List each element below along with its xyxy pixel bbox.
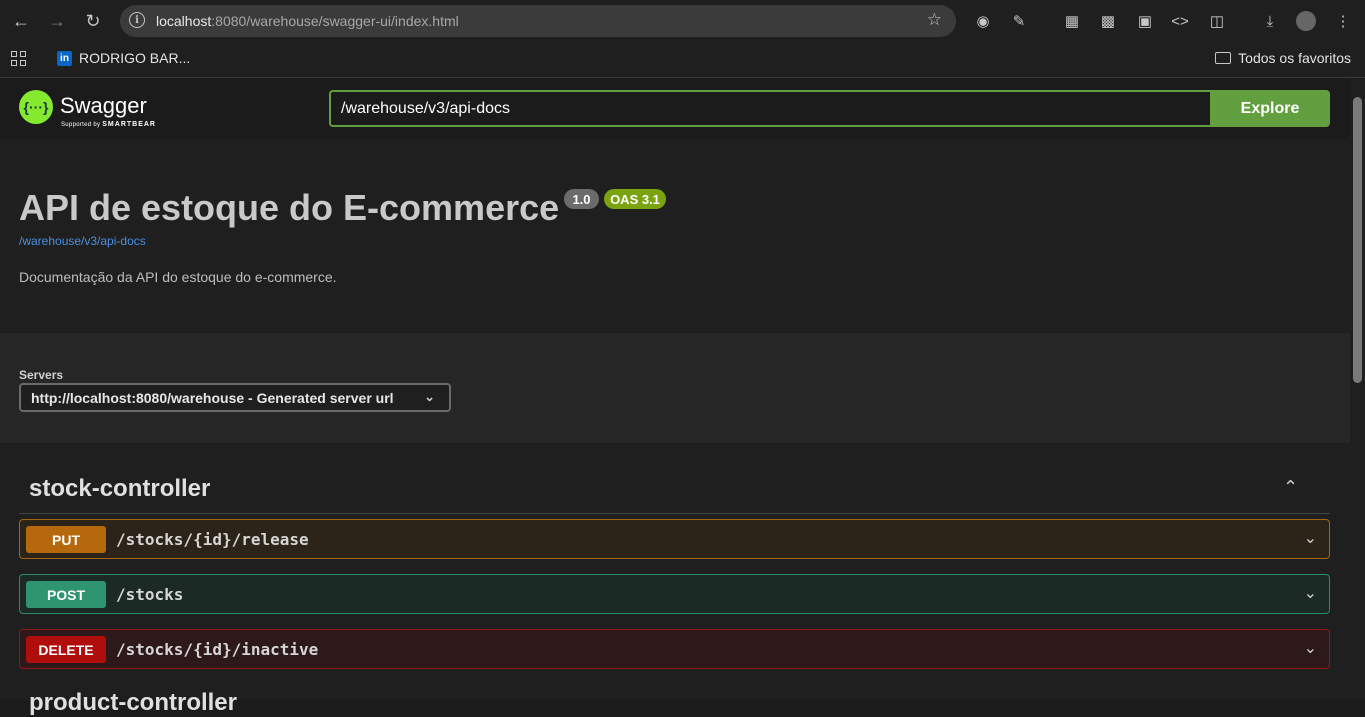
- servers-label: Servers: [19, 368, 64, 382]
- cast-icon[interactable]: ▣: [1135, 11, 1155, 31]
- spec-url-input[interactable]: [329, 90, 1210, 127]
- chevron-down-icon[interactable]: ⌄: [1304, 638, 1317, 658]
- page-scrollbar[interactable]: [1350, 79, 1365, 699]
- oas-badge: OAS 3.1: [604, 189, 666, 209]
- swagger-logo-icon[interactable]: {···}: [19, 90, 53, 124]
- api-description: Documentação da API do estoque do e-comm…: [19, 269, 337, 285]
- incognito-extension-icon[interactable]: ◉: [973, 11, 993, 31]
- chevron-down-icon[interactable]: ⌄: [1304, 583, 1317, 603]
- logo-sub-text: Supported by: [61, 122, 101, 128]
- url-host: localhost: [156, 13, 212, 29]
- translate-icon[interactable]: ▦: [1062, 11, 1082, 31]
- chevron-down-icon[interactable]: ⌄: [1304, 528, 1317, 548]
- scrollbar-thumb[interactable]: [1353, 97, 1362, 383]
- forward-icon[interactable]: →: [43, 7, 71, 35]
- swagger-main: API de estoque do E-commerce 1.0 OAS 3.1…: [0, 139, 1350, 716]
- explore-button[interactable]: Explore: [1210, 90, 1330, 127]
- bookmark-star-icon[interactable]: ☆: [927, 10, 942, 30]
- browser-toolbar: ← → ↻ i localhost:8080/warehouse/swagger…: [0, 0, 1365, 42]
- folder-icon: [1215, 52, 1232, 64]
- api-info: API de estoque do E-commerce 1.0 OAS 3.1…: [0, 139, 1350, 333]
- bookmarks-bar: in RODRIGO BAR... Todos os favoritos: [0, 42, 1365, 78]
- api-title: API de estoque do E-commerce: [19, 187, 560, 228]
- method-badge: POST: [26, 581, 106, 608]
- chevron-down-icon: ⌄: [424, 389, 435, 404]
- back-icon[interactable]: ←: [7, 7, 35, 35]
- download-icon[interactable]: ⤓: [1260, 11, 1280, 31]
- qr-code-icon[interactable]: ▩: [1098, 11, 1118, 31]
- servers-selected-value: http://localhost:8080/warehouse - Genera…: [31, 390, 394, 406]
- operation-post-stocks[interactable]: POST /stocks ⌄: [19, 574, 1330, 614]
- address-url[interactable]: localhost:8080/warehouse/swagger-ui/inde…: [156, 13, 459, 29]
- operation-path: /stocks/{id}/inactive: [116, 640, 319, 659]
- operation-path: /stocks: [116, 585, 184, 604]
- all-favorites[interactable]: Todos os favoritos: [1215, 50, 1351, 66]
- operation-put-release[interactable]: PUT /stocks/{id}/release ⌄: [19, 519, 1330, 559]
- api-docs-link[interactable]: /warehouse/v3/api-docs: [19, 234, 146, 248]
- reload-icon[interactable]: ↻: [79, 7, 107, 35]
- side-panel-icon[interactable]: ◫: [1207, 11, 1227, 31]
- linkedin-icon: in: [57, 50, 72, 66]
- favorites-label: Todos os favoritos: [1238, 50, 1351, 66]
- method-badge: DELETE: [26, 636, 106, 663]
- url-path: :8080/warehouse/swagger-ui/index.html: [211, 13, 459, 29]
- menu-kebab-icon[interactable]: ⋮: [1333, 11, 1353, 31]
- tag-divider: [19, 513, 1330, 514]
- next-tag-title[interactable]: product-controller: [29, 689, 237, 717]
- swagger-topbar: {···} Swagger Supported by SMARTBEAR Exp…: [0, 79, 1350, 139]
- code-icon[interactable]: <>: [1170, 11, 1190, 31]
- servers-section: Servers http://localhost:8080/warehouse …: [0, 333, 1350, 443]
- bookmark-label: RODRIGO BAR...: [79, 50, 191, 66]
- logo-brand-text: SMARTBEAR: [102, 121, 156, 128]
- tag-title[interactable]: stock-controller: [29, 475, 210, 503]
- servers-select[interactable]: http://localhost:8080/warehouse - Genera…: [19, 383, 451, 412]
- bookmark-linkedin[interactable]: in RODRIGO BAR...: [57, 50, 190, 66]
- method-badge: PUT: [26, 526, 106, 553]
- site-info-icon[interactable]: i: [129, 12, 145, 28]
- profile-avatar[interactable]: [1296, 11, 1316, 31]
- extensions-icon[interactable]: ✎: [1009, 11, 1029, 31]
- swagger-logo-sub: Supported by SMARTBEAR: [61, 121, 156, 128]
- address-bar[interactable]: i localhost:8080/warehouse/swagger-ui/in…: [120, 5, 956, 37]
- operation-delete-inactive[interactable]: DELETE /stocks/{id}/inactive ⌄: [19, 629, 1330, 669]
- chevron-up-icon[interactable]: ⌃: [1283, 477, 1305, 499]
- operation-path: /stocks/{id}/release: [116, 530, 309, 549]
- apps-grid-icon[interactable]: [11, 51, 27, 67]
- swagger-logo-name: Swagger: [60, 93, 147, 118]
- version-badge: 1.0: [564, 189, 599, 209]
